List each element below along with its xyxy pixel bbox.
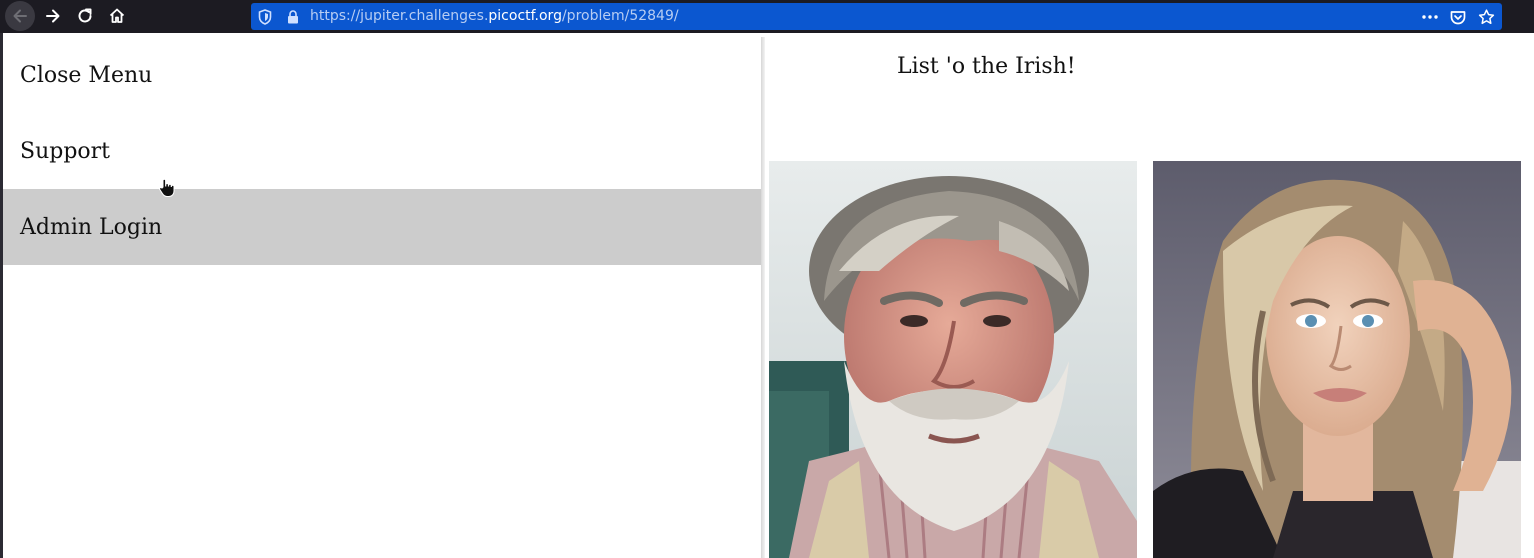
photo-card-man[interactable] [769, 161, 1137, 558]
page-title: List 'o the Irish! [897, 54, 1076, 79]
url-text: https://jupiter.challenges.picoctf.org/p… [310, 8, 679, 25]
pocket-icon[interactable] [1449, 8, 1467, 26]
url-bar[interactable]: https://jupiter.challenges.picoctf.org/p… [251, 3, 1502, 30]
back-arrow-icon [5, 1, 35, 31]
side-menu-border [761, 37, 765, 558]
hand-cursor-icon [158, 178, 176, 198]
home-button[interactable] [101, 2, 133, 30]
side-menu: Close Menu Support Admin Login [3, 37, 762, 558]
man-portrait-image [769, 161, 1137, 558]
home-icon [109, 8, 125, 23]
url-prefix: https://jupiter.challenges. [310, 8, 489, 24]
forward-button[interactable] [37, 2, 69, 30]
woman-portrait-image [1153, 161, 1521, 558]
url-path: /problem/52849/ [561, 8, 679, 24]
shield-icon[interactable] [256, 8, 274, 26]
support-link[interactable]: Support [3, 113, 762, 189]
admin-login-link[interactable]: Admin Login [3, 189, 762, 265]
back-button[interactable] [4, 1, 36, 31]
close-menu-link[interactable]: Close Menu [3, 37, 762, 113]
star-icon[interactable] [1477, 8, 1495, 26]
forward-arrow-icon [46, 9, 60, 23]
reload-button[interactable] [69, 2, 101, 30]
browser-toolbar: https://jupiter.challenges.picoctf.org/p… [0, 0, 1534, 33]
reload-icon [78, 8, 92, 23]
url-domain: picoctf.org [488, 8, 562, 24]
more-icon[interactable] [1421, 8, 1439, 26]
lock-icon[interactable] [284, 8, 302, 26]
photo-card-woman[interactable] [1153, 161, 1521, 558]
